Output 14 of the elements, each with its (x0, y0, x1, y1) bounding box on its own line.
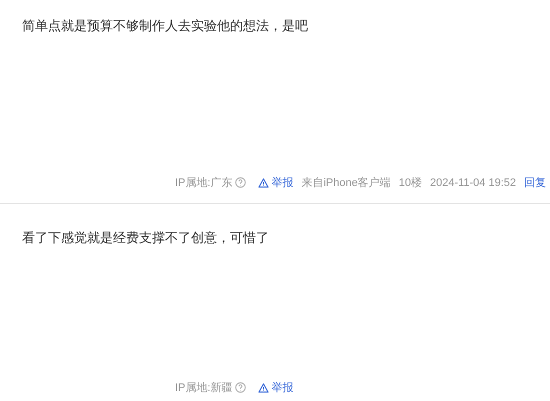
report-link[interactable]: 举报 (258, 174, 294, 191)
warning-icon (258, 178, 270, 188)
post-time: 2024-11-04 19:52 (430, 176, 516, 190)
ip-location: IP属地:广东 (175, 176, 232, 190)
ip-location: IP属地:新疆 (175, 380, 232, 396)
client-source: 来自iPhone客户端 (301, 176, 391, 190)
post-text: 看了下感觉就是经费支撑不了创意，可惜了 (22, 229, 270, 247)
floor-number: 10楼 (398, 176, 422, 190)
help-icon (235, 382, 246, 394)
reply-link[interactable]: 回复 (524, 174, 546, 191)
report-link[interactable]: 举报 (258, 380, 294, 396)
post-text: 简单点就是预算不够制作人去实验他的想法，是吧 (22, 17, 309, 35)
warning-icon (258, 382, 270, 393)
help-icon (235, 177, 246, 188)
